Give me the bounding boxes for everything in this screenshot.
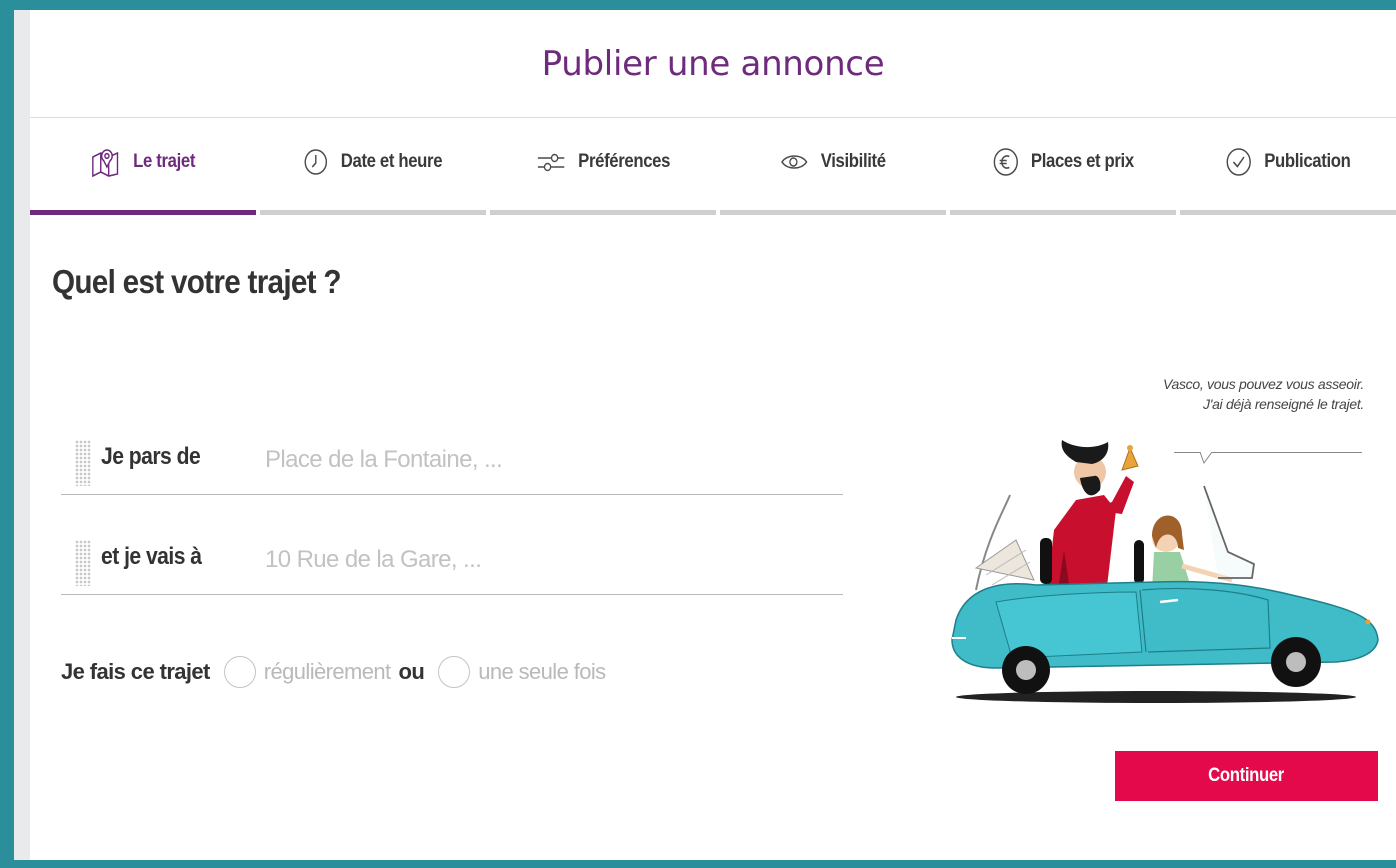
eye-icon xyxy=(780,152,808,172)
departure-label: Je pars de xyxy=(101,443,201,470)
step-label: Préférences xyxy=(578,151,671,172)
frequency-group: Je fais ce trajet régulièrement ou une s… xyxy=(61,650,606,694)
step-progress-bar xyxy=(720,210,946,215)
once-option-label[interactable]: une seule fois xyxy=(478,659,606,685)
step-seats-price[interactable]: Places et prix xyxy=(950,118,1176,215)
left-edge-strip xyxy=(14,10,30,860)
stepper: Le trajet Date et heure Préférences Visi… xyxy=(30,118,1396,215)
departure-row: Je pars de xyxy=(61,435,843,495)
step-preferences[interactable]: Préférences xyxy=(490,118,716,215)
step-label: Publication xyxy=(1264,151,1351,172)
page-title: Publier une annonce xyxy=(30,10,1396,118)
check-circle-icon xyxy=(1226,147,1252,177)
frequency-label: Je fais ce trajet xyxy=(61,659,210,684)
once-radio[interactable] xyxy=(438,656,471,688)
map-pin-icon xyxy=(91,147,121,177)
step-progress-bar xyxy=(260,210,486,215)
publish-panel: Publier une annonce Le trajet Date et he… xyxy=(30,10,1396,860)
step-route[interactable]: Le trajet xyxy=(30,118,256,215)
step-progress-bar xyxy=(1180,210,1396,215)
sliders-icon xyxy=(536,151,566,173)
step-progress-bar xyxy=(950,210,1176,215)
continue-button[interactable]: Continuer xyxy=(1115,751,1378,801)
regular-option-label[interactable]: régulièrement xyxy=(264,659,391,685)
euro-icon xyxy=(992,147,1018,177)
step-label: Le trajet xyxy=(133,151,196,172)
step-label: Date et heure xyxy=(340,151,443,172)
step-publication[interactable]: Publication xyxy=(1180,118,1396,215)
drag-handle-icon[interactable] xyxy=(75,440,91,486)
form-question: Quel est votre trajet ? xyxy=(52,263,342,300)
step-label: Places et prix xyxy=(1030,151,1134,172)
step-label: Visibilité xyxy=(820,151,886,172)
continue-label: Continuer xyxy=(1208,765,1285,786)
car-illustration xyxy=(951,440,1379,703)
step-progress-bar xyxy=(490,210,716,215)
clock-icon xyxy=(304,148,329,176)
step-progress-bar xyxy=(30,210,256,215)
regular-radio[interactable] xyxy=(223,656,256,688)
arrival-row: et je vais à xyxy=(61,535,843,595)
step-visibility[interactable]: Visibilité xyxy=(720,118,946,215)
drag-handle-icon[interactable] xyxy=(75,540,91,586)
or-separator: ou xyxy=(398,659,425,684)
step-date-time[interactable]: Date et heure xyxy=(260,118,486,215)
departure-input[interactable] xyxy=(265,441,805,479)
arrival-input[interactable] xyxy=(265,541,805,579)
arrival-label: et je vais à xyxy=(101,543,202,570)
